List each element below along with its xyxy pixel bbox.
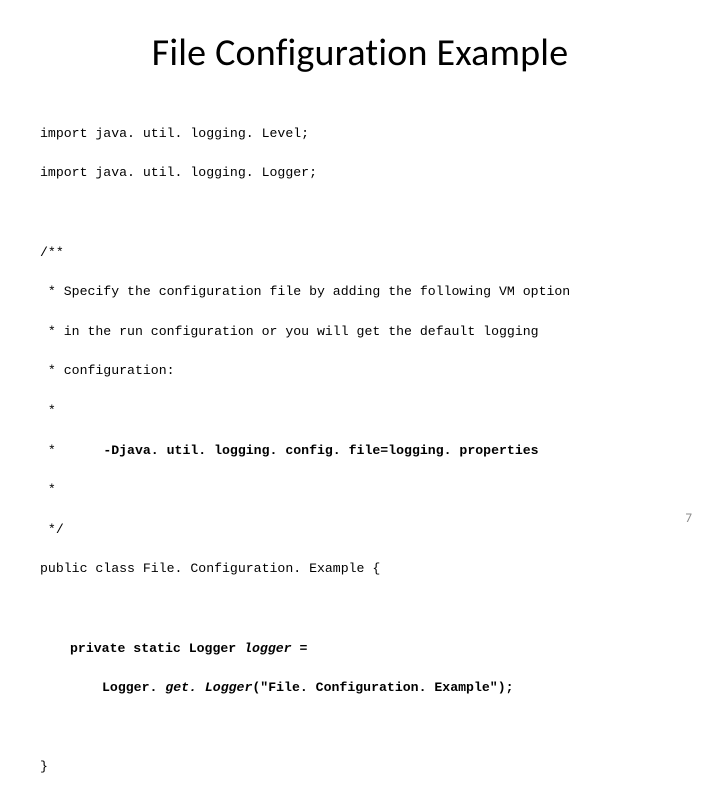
code-line: import java. util. logging. Logger; [40,163,680,183]
code-bolditalic: get. Logger [165,680,252,695]
code-block: import java. util. logging. Level; impor… [40,104,680,797]
code-bold: ("File. Configuration. Example"); [252,680,513,695]
code-bold: Logger. [102,680,165,695]
code-line: } [40,757,680,777]
code-line: */ [40,520,680,540]
code-bolditalic: logger [244,641,299,656]
code-line: * -Djava. util. logging. config. file=lo… [40,441,680,461]
code-line: Logger. get. Logger("File. Configuration… [40,678,680,698]
code-line: * configuration: [40,361,680,381]
code-line: * in the run configuration or you will g… [40,322,680,342]
code-line: import java. util. logging. Level; [40,124,680,144]
code-blank [40,203,680,223]
code-line: * [40,480,680,500]
code-line: public class File. Configuration. Exampl… [40,559,680,579]
code-line: * Specify the configuration file by addi… [40,282,680,302]
code-bold: -Djava. util. logging. config. file=logg… [103,443,538,458]
code-bold: private static Logger [70,641,244,656]
code-blank [40,718,680,738]
page-number: 7 [685,511,692,526]
code-line: * [40,401,680,421]
code-line: /** [40,243,680,263]
code-line: private static Logger logger = [40,639,680,659]
code-span: * [40,443,103,458]
slide-title: File Configuration Example [40,30,680,76]
code-bold: = [300,641,308,656]
code-blank [40,599,680,619]
